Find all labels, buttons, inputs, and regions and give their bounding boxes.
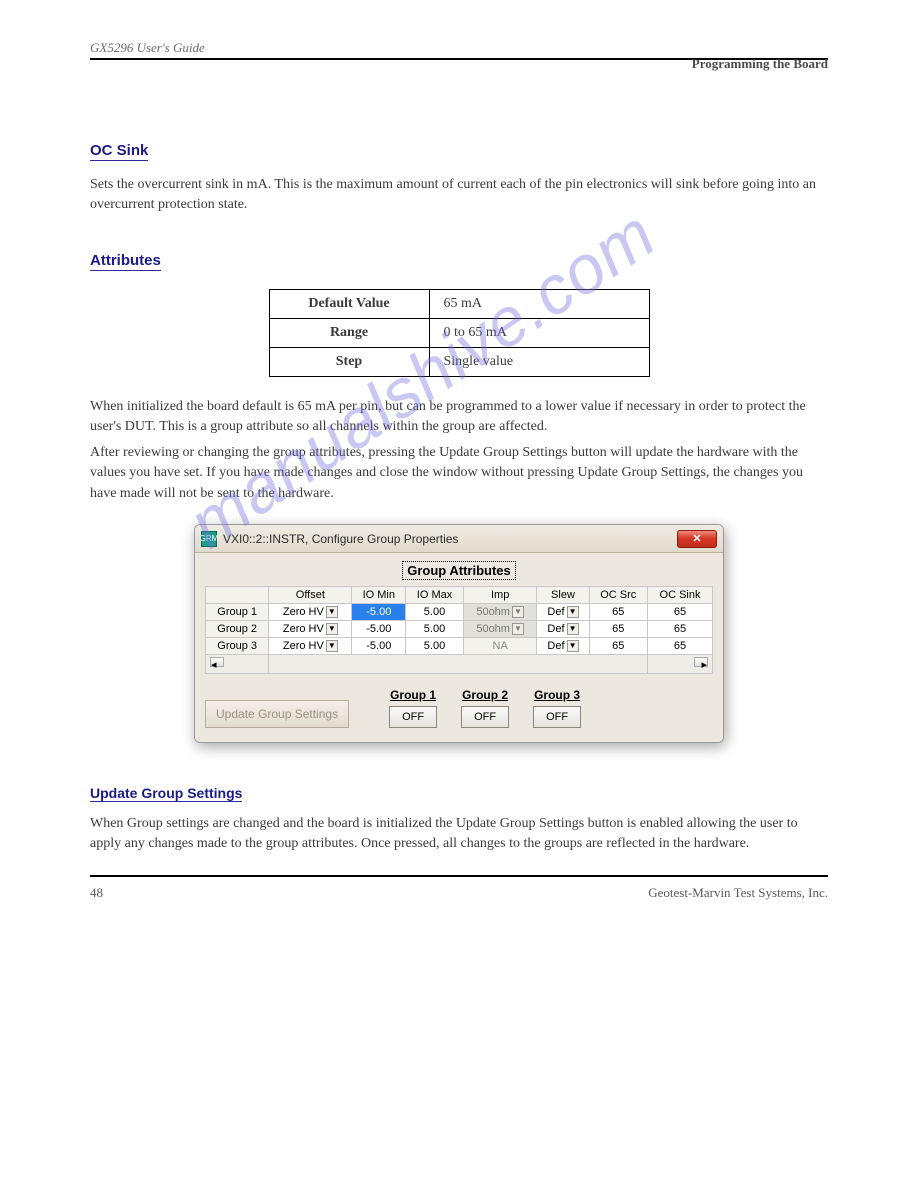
slew-cell[interactable]: Def▼ xyxy=(537,638,589,655)
col-iomin: IO Min xyxy=(352,587,406,604)
watermark: manualshive.com xyxy=(175,195,670,564)
group2-off-button[interactable]: OFF xyxy=(461,706,509,728)
page-number: 48 xyxy=(90,885,103,901)
grid-row: Group 1 Zero HV▼ -5.00 5.00 50ohm▼ Def▼ … xyxy=(206,604,713,621)
iomax-cell[interactable]: 5.00 xyxy=(406,621,464,638)
panel-title: Group Attributes xyxy=(402,561,516,580)
attr-value: 65 mA xyxy=(429,289,649,318)
finish-note: After reviewing or changing the group at… xyxy=(90,443,828,504)
col-ocsrc: OC Src xyxy=(589,587,648,604)
chevron-down-icon[interactable]: ▼ xyxy=(326,606,338,618)
col-imp: Imp xyxy=(463,587,537,604)
col-ocsink: OC Sink xyxy=(648,587,713,604)
running-header-left: GX5296 User's Guide xyxy=(90,40,828,56)
slew-cell[interactable]: Def▼ xyxy=(537,621,589,638)
footer-company: Geotest-Marvin Test Systems, Inc. xyxy=(648,885,828,901)
heading-attributes: Attributes xyxy=(90,252,161,271)
attributes-table: Default Value 65 mA Range 0 to 65 mA Ste… xyxy=(269,289,650,377)
offset-cell[interactable]: Zero HV▼ xyxy=(269,604,352,621)
close-button[interactable]: ✕ xyxy=(677,530,717,548)
chevron-down-icon[interactable]: ▼ xyxy=(326,640,338,652)
imp-cell: 50ohm▼ xyxy=(463,621,537,638)
group3-toggle: Group 3 OFF xyxy=(533,688,581,728)
ocsrc-cell[interactable]: 65 xyxy=(589,638,648,655)
toggle-label: Group 1 xyxy=(389,688,437,702)
heading-oc-sink: OC Sink xyxy=(90,142,148,161)
table-row: Default Value 65 mA xyxy=(269,289,649,318)
row-name: Group 3 xyxy=(206,638,269,655)
col-iomax: IO Max xyxy=(406,587,464,604)
chevron-down-icon[interactable]: ▼ xyxy=(567,623,579,635)
chevron-down-icon: ▼ xyxy=(512,623,524,635)
offset-cell[interactable]: Zero HV▼ xyxy=(269,621,352,638)
ocsrc-cell[interactable]: 65 xyxy=(589,604,648,621)
oc-sink-description: Sets the overcurrent sink in mA. This is… xyxy=(90,175,828,216)
ocsrc-cell[interactable]: 65 xyxy=(589,621,648,638)
iomin-cell[interactable]: -5.00 xyxy=(352,604,406,621)
attr-value: 0 to 65 mA xyxy=(429,318,649,347)
dialog-titlebar: GRM VXI0::2::INSTR, Configure Group Prop… xyxy=(195,525,723,553)
row-name: Group 1 xyxy=(206,604,269,621)
group3-off-button[interactable]: OFF xyxy=(533,706,581,728)
group1-off-button[interactable]: OFF xyxy=(389,706,437,728)
chevron-down-icon: ▼ xyxy=(512,606,524,618)
grid-scrollbar[interactable]: ◂ ▸ xyxy=(206,655,713,674)
group2-toggle: Group 2 OFF xyxy=(461,688,509,728)
iomin-cell[interactable]: -5.00 xyxy=(352,621,406,638)
chevron-down-icon[interactable]: ▼ xyxy=(326,623,338,635)
imp-cell: 50ohm▼ xyxy=(463,604,537,621)
iomax-cell[interactable]: 5.00 xyxy=(406,604,464,621)
col-blank xyxy=(206,587,269,604)
attr-label: Default Value xyxy=(269,289,429,318)
row-name: Group 2 xyxy=(206,621,269,638)
chevron-down-icon[interactable]: ▼ xyxy=(567,606,579,618)
chevron-down-icon[interactable]: ▼ xyxy=(567,640,579,652)
update-group-settings-button[interactable]: Update Group Settings xyxy=(205,700,349,728)
app-icon: GRM xyxy=(201,531,217,547)
imp-cell: NA xyxy=(463,638,537,655)
ocsink-cell[interactable]: 65 xyxy=(648,621,713,638)
toggle-label: Group 3 xyxy=(533,688,581,702)
heading-update-group-settings: Update Group Settings xyxy=(90,785,242,802)
scroll-left-icon[interactable]: ◂ xyxy=(210,657,224,667)
grid-row: Group 2 Zero HV▼ -5.00 5.00 50ohm▼ Def▼ … xyxy=(206,621,713,638)
toggle-label: Group 2 xyxy=(461,688,509,702)
table-row: Step Single value xyxy=(269,347,649,376)
iomin-cell[interactable]: -5.00 xyxy=(352,638,406,655)
update-group-description: When Group settings are changed and the … xyxy=(90,814,828,855)
dialog-title: VXI0::2::INSTR, Configure Group Properti… xyxy=(223,532,671,546)
ocsink-cell[interactable]: 65 xyxy=(648,604,713,621)
group1-toggle: Group 1 OFF xyxy=(389,688,437,728)
attr-value: Single value xyxy=(429,347,649,376)
attr-label: Step xyxy=(269,347,429,376)
col-slew: Slew xyxy=(537,587,589,604)
offset-cell[interactable]: Zero HV▼ xyxy=(269,638,352,655)
running-header-right: Programming the Board xyxy=(90,56,828,72)
ocsink-cell[interactable]: 65 xyxy=(648,638,713,655)
grid-row: Group 3 Zero HV▼ -5.00 5.00 NA Def▼ 65 6… xyxy=(206,638,713,655)
default-note: When initialized the board default is 65… xyxy=(90,397,828,438)
attr-label: Range xyxy=(269,318,429,347)
group-attributes-grid[interactable]: Offset IO Min IO Max Imp Slew OC Src OC … xyxy=(205,586,713,674)
iomax-cell[interactable]: 5.00 xyxy=(406,638,464,655)
table-row: Range 0 to 65 mA xyxy=(269,318,649,347)
col-offset: Offset xyxy=(269,587,352,604)
slew-cell[interactable]: Def▼ xyxy=(537,604,589,621)
footer-rule xyxy=(90,875,828,877)
scroll-right-icon[interactable]: ▸ xyxy=(694,657,708,667)
configure-group-dialog: GRM VXI0::2::INSTR, Configure Group Prop… xyxy=(194,524,724,743)
grid-header-row: Offset IO Min IO Max Imp Slew OC Src OC … xyxy=(206,587,713,604)
